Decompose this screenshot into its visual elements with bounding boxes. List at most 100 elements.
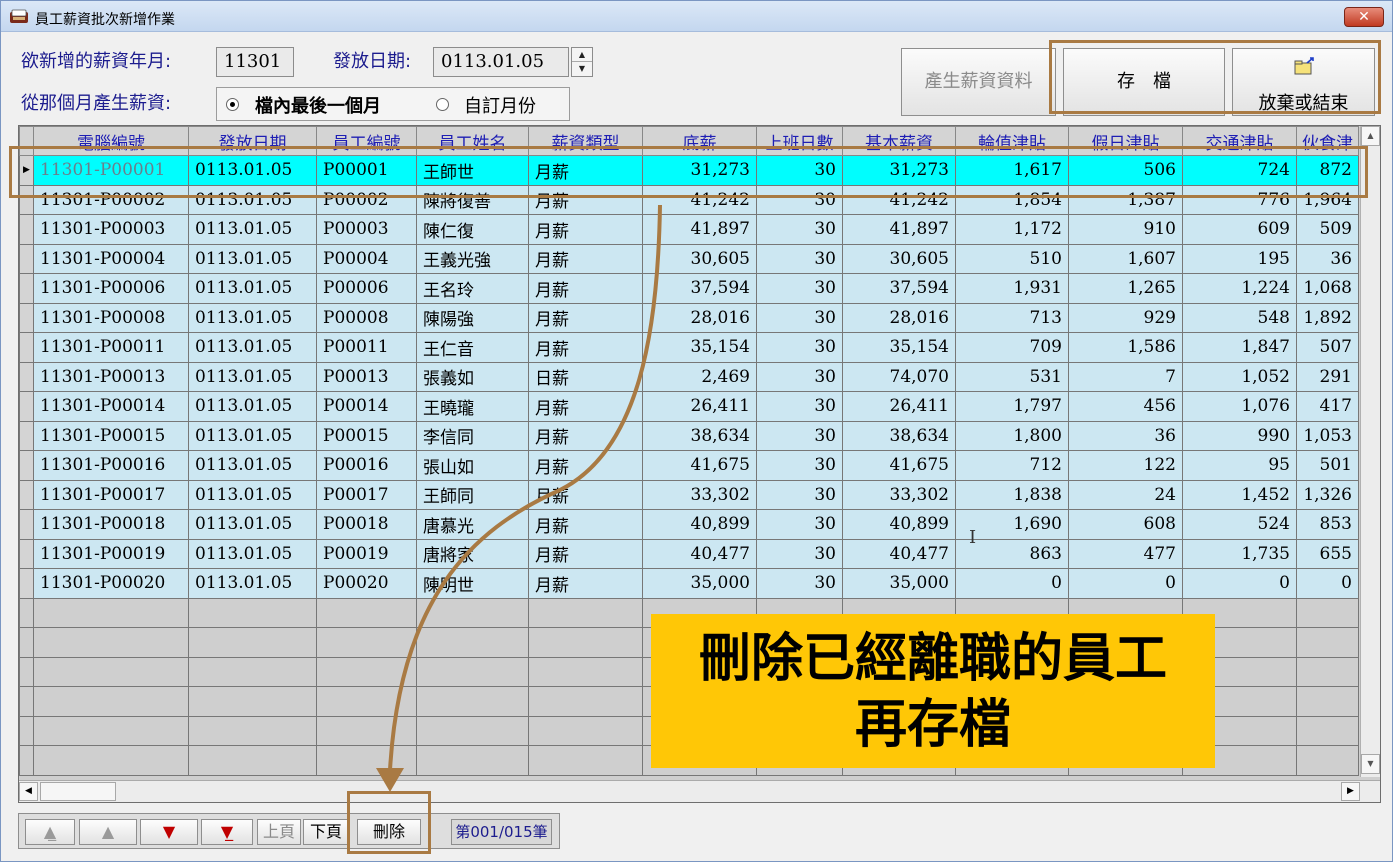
row-indicator[interactable]	[19, 420, 34, 451]
table-cell[interactable]: 41,897	[642, 214, 757, 245]
table-cell[interactable]: 28,016	[842, 302, 956, 333]
table-cell[interactable]: 王師世	[416, 155, 529, 186]
table-cell[interactable]: 0113.01.05	[188, 214, 317, 245]
table-cell[interactable]: 30	[756, 420, 843, 451]
table-cell[interactable]: 王義光強	[416, 243, 529, 274]
table-cell[interactable]: 35,154	[642, 332, 757, 363]
table-cell[interactable]: 月薪	[528, 420, 643, 451]
table-cell[interactable]: 33,302	[842, 479, 956, 510]
empty-cell[interactable]	[33, 597, 189, 628]
table-cell[interactable]: P00014	[316, 391, 417, 422]
table-row[interactable]: 11301-P00016 0113.01.05 P00016 張山如 月薪 41,675 3…	[19, 450, 1359, 481]
empty-cell[interactable]	[188, 686, 317, 717]
save-button[interactable]: 存 檔	[1063, 48, 1225, 116]
column-header[interactable]: 假日津貼	[1068, 126, 1183, 156]
empty-cell[interactable]	[316, 597, 417, 628]
table-cell[interactable]: 41,675	[642, 450, 757, 481]
table-cell[interactable]: 11301-P00002	[33, 184, 189, 215]
table-cell[interactable]: P00006	[316, 273, 417, 304]
empty-cell[interactable]	[19, 745, 34, 776]
empty-cell[interactable]	[188, 745, 317, 776]
empty-cell[interactable]	[1296, 686, 1359, 717]
date-spinner[interactable]: ▲ ▼	[571, 47, 593, 77]
row-indicator[interactable]	[19, 509, 34, 540]
table-row[interactable]: 11301-P00017 0113.01.05 P00017 王師同 月薪 33,302 3…	[19, 479, 1359, 510]
year-month-field[interactable]: 11301	[216, 47, 294, 77]
row-indicator[interactable]	[19, 184, 34, 215]
empty-cell[interactable]	[416, 656, 529, 687]
table-cell[interactable]: 11301-P00016	[33, 450, 189, 481]
table-cell[interactable]: 0113.01.05	[188, 155, 317, 186]
table-cell[interactable]: 910	[1068, 214, 1183, 245]
table-cell[interactable]: 30	[756, 302, 843, 333]
table-cell[interactable]: 609	[1182, 214, 1297, 245]
spin-up-icon[interactable]: ▲	[572, 48, 592, 62]
table-cell[interactable]: 28,016	[642, 302, 757, 333]
table-cell[interactable]: 95	[1182, 450, 1297, 481]
delete-button[interactable]: 刪除	[357, 819, 421, 845]
empty-cell[interactable]	[188, 597, 317, 628]
table-cell[interactable]: 陳仁復	[416, 214, 529, 245]
empty-cell[interactable]	[316, 656, 417, 687]
table-cell[interactable]: P00016	[316, 450, 417, 481]
table-cell[interactable]: 月薪	[528, 538, 643, 569]
scroll-left-icon[interactable]: ◀	[19, 782, 38, 801]
table-cell[interactable]: 531	[955, 361, 1069, 392]
table-cell[interactable]: 王仁音	[416, 332, 529, 363]
table-cell[interactable]: 唐將家	[416, 538, 529, 569]
table-cell[interactable]: 548	[1182, 302, 1297, 333]
table-row[interactable]: 11301-P00003 0113.01.05 P00003 陳仁復 月薪 41,897 3…	[19, 214, 1359, 245]
empty-cell[interactable]	[19, 656, 34, 687]
column-header[interactable]: 上班日數	[756, 126, 843, 156]
empty-cell[interactable]	[416, 627, 529, 658]
table-cell[interactable]: 月薪	[528, 479, 643, 510]
table-cell[interactable]: P00013	[316, 361, 417, 392]
table-cell[interactable]: 509	[1296, 214, 1359, 245]
table-cell[interactable]: 510	[955, 243, 1069, 274]
table-cell[interactable]: 1,224	[1182, 273, 1297, 304]
column-header[interactable]: 員工編號	[316, 126, 417, 156]
table-cell[interactable]: 月薪	[528, 509, 643, 540]
close-button[interactable]: ✕	[1344, 7, 1384, 27]
table-cell[interactable]: 陳陽強	[416, 302, 529, 333]
table-row[interactable]: ▶ 11301-P00001 0113.01.05 P00001 王師世 月薪 31,273…	[19, 155, 1359, 186]
table-cell[interactable]: 35,000	[842, 568, 956, 599]
table-cell[interactable]: 122	[1068, 450, 1183, 481]
table-cell[interactable]: 唐慕光	[416, 509, 529, 540]
empty-cell[interactable]	[188, 627, 317, 658]
table-cell[interactable]: P00003	[316, 214, 417, 245]
table-cell[interactable]: 713	[955, 302, 1069, 333]
table-cell[interactable]: 1,617	[955, 155, 1069, 186]
table-cell[interactable]: 872	[1296, 155, 1359, 186]
table-cell[interactable]: 0113.01.05	[188, 509, 317, 540]
table-cell[interactable]: 1,068	[1296, 273, 1359, 304]
table-cell[interactable]: 月薪	[528, 243, 643, 274]
empty-cell[interactable]	[188, 656, 317, 687]
table-cell[interactable]: 李信同	[416, 420, 529, 451]
scroll-right-icon[interactable]: ▶	[1341, 782, 1360, 801]
table-cell[interactable]: 月薪	[528, 332, 643, 363]
exit-button[interactable]: 放棄或結束	[1232, 48, 1375, 116]
table-row[interactable]: 11301-P00013 0113.01.05 P00013 張義如 日薪 2,469 30…	[19, 361, 1359, 392]
table-row[interactable]: 11301-P00014 0113.01.05 P00014 王曉瓏 月薪 26,411 3…	[19, 391, 1359, 422]
table-cell[interactable]: P00020	[316, 568, 417, 599]
table-cell[interactable]: 291	[1296, 361, 1359, 392]
table-cell[interactable]: 608	[1068, 509, 1183, 540]
last-record-button[interactable]: ▼̲	[201, 819, 253, 845]
table-cell[interactable]: 1,265	[1068, 273, 1183, 304]
scroll-up-icon[interactable]: ▲	[1361, 126, 1380, 146]
table-cell[interactable]: 712	[955, 450, 1069, 481]
table-cell[interactable]: 王師同	[416, 479, 529, 510]
table-cell[interactable]: 30	[756, 391, 843, 422]
column-header[interactable]: 交通津貼	[1182, 126, 1297, 156]
row-indicator[interactable]	[19, 479, 34, 510]
radio-last-month-label[interactable]: 檔內最後一個月	[255, 92, 381, 118]
table-cell[interactable]: 40,899	[842, 509, 956, 540]
table-cell[interactable]: 30	[756, 568, 843, 599]
table-cell[interactable]: 30	[756, 538, 843, 569]
table-cell[interactable]: 40,899	[642, 509, 757, 540]
next-page-button[interactable]: 下頁	[303, 819, 349, 845]
table-cell[interactable]: P00015	[316, 420, 417, 451]
table-cell[interactable]: 26,411	[842, 391, 956, 422]
row-indicator[interactable]	[19, 302, 34, 333]
